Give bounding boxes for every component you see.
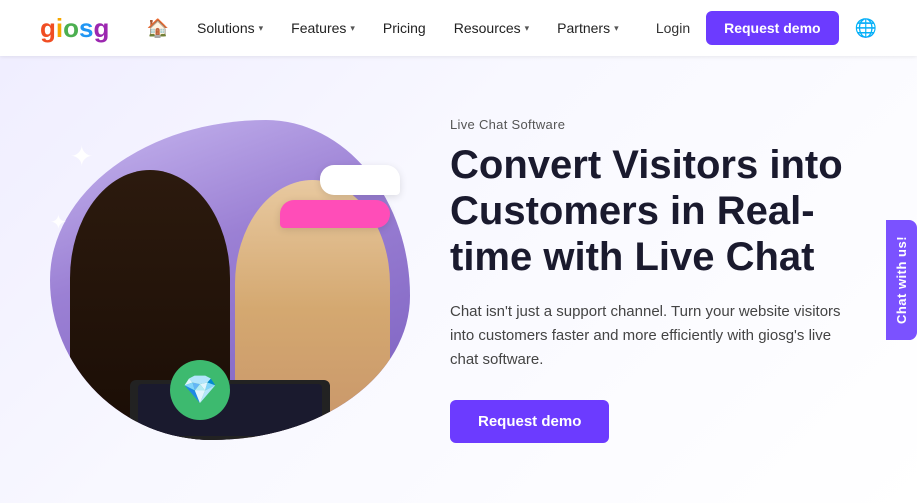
logo-letter-g2: g <box>93 13 109 43</box>
logo-letter-o: o <box>63 13 79 43</box>
hero-image-container: 💎 ✦ ✦ <box>40 110 410 450</box>
hero-text-area: Live Chat Software Convert Visitors into… <box>450 117 857 443</box>
gem-icon: 💎 <box>183 373 218 406</box>
navbar: giosg 🏠 Solutions ▾ Features ▾ Pricing R… <box>0 0 917 56</box>
partners-chevron: ▾ <box>614 23 619 34</box>
chat-bubble-1 <box>320 165 400 195</box>
hero-section: 💎 ✦ ✦ Live Chat Software Convert Visitor… <box>0 56 917 503</box>
logo[interactable]: giosg <box>40 13 109 44</box>
partners-link[interactable]: Partners ▾ <box>557 20 618 36</box>
laptop-shape <box>130 380 330 440</box>
hero-title: Convert Visitors into Customers in Real-… <box>450 142 857 280</box>
resources-chevron: ▾ <box>525 23 530 34</box>
hero-label: Live Chat Software <box>450 117 857 132</box>
features-chevron: ▾ <box>350 23 355 34</box>
sparkle-icon-1: ✦ <box>70 140 93 173</box>
request-demo-button-nav[interactable]: Request demo <box>706 11 838 45</box>
laptop-screen <box>138 384 322 436</box>
logo-letter-g: g <box>40 13 56 43</box>
chat-with-us-tab[interactable]: Chat with us! <box>886 219 917 339</box>
solutions-link[interactable]: Solutions ▾ <box>197 20 263 36</box>
pricing-link[interactable]: Pricing <box>383 20 426 36</box>
logo-letter-s: s <box>79 13 93 43</box>
chat-sidebar-wrapper[interactable]: Chat with us! <box>886 219 917 339</box>
language-selector-icon[interactable]: 🌐 <box>855 18 877 39</box>
features-link[interactable]: Features ▾ <box>291 20 355 36</box>
request-demo-button-hero[interactable]: Request demo <box>450 400 609 443</box>
chat-bubble-2 <box>280 200 390 228</box>
nav-right: Login Request demo 🌐 <box>656 11 877 45</box>
hero-description: Chat isn't just a support channel. Turn … <box>450 300 850 372</box>
sparkle-icon-2: ✦ <box>50 210 67 235</box>
gem-container: 💎 <box>170 360 230 420</box>
nav-links: 🏠 Solutions ▾ Features ▾ Pricing Resourc… <box>147 18 619 39</box>
home-icon[interactable]: 🏠 <box>147 18 169 39</box>
resources-link[interactable]: Resources ▾ <box>454 20 529 36</box>
solutions-chevron: ▾ <box>259 23 264 34</box>
login-button[interactable]: Login <box>656 20 690 36</box>
